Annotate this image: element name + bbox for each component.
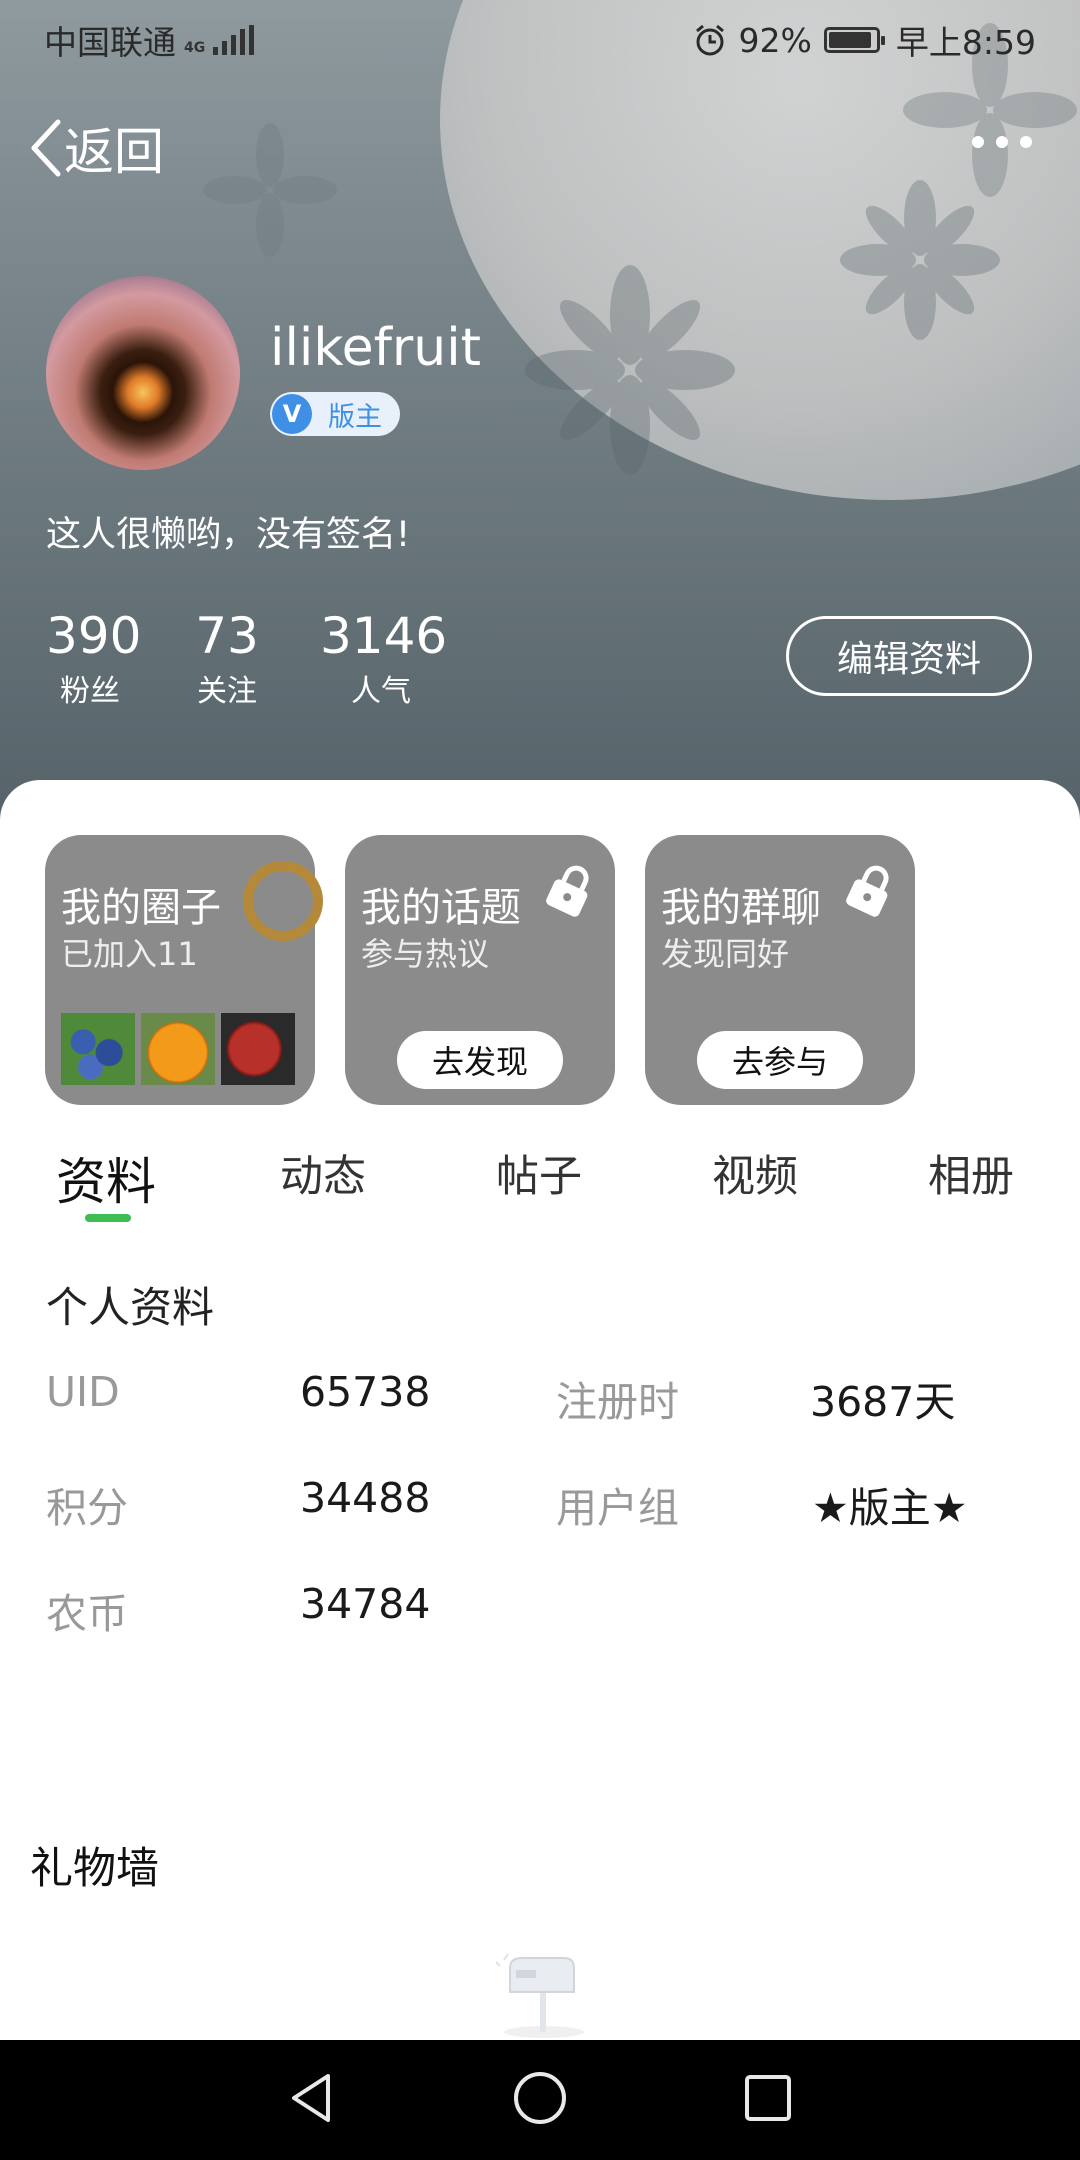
lock-icon xyxy=(546,865,589,917)
tab-videos[interactable]: 视频 xyxy=(712,1142,798,1204)
stat-value: 73 xyxy=(195,607,259,665)
carrier-name: 中国联通 xyxy=(44,23,176,62)
field-label-uid: UID xyxy=(46,1368,120,1416)
field-label-points: 积分 xyxy=(46,1484,128,1532)
card-title: 我的话题 xyxy=(361,885,521,931)
battery-icon xyxy=(823,27,885,53)
card-my-topics[interactable]: 我的话题 参与热议 去发现 xyxy=(345,835,615,1105)
card-my-circles[interactable]: 我的圈子 已加入11 xyxy=(45,835,323,1105)
stat-value: 3146 xyxy=(320,607,448,665)
tab-activity[interactable]: 动态 xyxy=(280,1142,366,1204)
tab-profile[interactable]: 资料 xyxy=(56,1142,156,1214)
mailbox-icon xyxy=(495,1953,584,2038)
tab-posts[interactable]: 帖子 xyxy=(496,1142,582,1204)
orange-thumbnail xyxy=(141,1013,215,1085)
stat-label: 人气 xyxy=(351,674,411,709)
dot-icon xyxy=(996,136,1008,148)
background-flower-pattern xyxy=(203,123,337,257)
card-subtitle: 发现同好 xyxy=(661,935,790,973)
active-tab-indicator xyxy=(85,1214,131,1222)
lock-icon xyxy=(846,865,889,917)
blueberry-thumbnail xyxy=(61,1013,135,1085)
field-value-uid: 65738 xyxy=(300,1368,431,1416)
section-title-personal-info: 个人资料 xyxy=(46,1283,215,1332)
field-label-coins: 农币 xyxy=(46,1590,128,1638)
join-button[interactable]: 去参与 xyxy=(697,1031,863,1089)
network-type: 4G xyxy=(184,40,206,56)
field-value-user-group: ★版主★ xyxy=(812,1484,968,1532)
field-label-registered: 注册时 xyxy=(556,1378,679,1426)
badge-label: 版主 xyxy=(328,401,382,433)
card-title: 我的圈子 xyxy=(61,885,221,931)
stat-label: 粉丝 xyxy=(60,674,120,709)
home-circle-icon[interactable] xyxy=(510,2068,570,2128)
stat-label: 关注 xyxy=(197,674,257,709)
back-label: 返回 xyxy=(64,123,164,181)
avatar[interactable] xyxy=(46,276,240,470)
back-triangle-icon[interactable] xyxy=(282,2068,342,2128)
stat-value: 390 xyxy=(46,607,142,665)
pomegranate-thumbnail xyxy=(221,1013,295,1085)
moderator-badge: V 版主 xyxy=(270,392,400,436)
card-my-groups[interactable]: 我的群聊 发现同好 去参与 xyxy=(645,835,915,1105)
gift-wall-title: 礼物墙 xyxy=(30,1844,159,1894)
stat-fans[interactable]: 390 粉丝 xyxy=(46,607,142,712)
verified-icon: V xyxy=(272,394,312,434)
dot-icon xyxy=(1020,136,1032,148)
card-subtitle: 参与热议 xyxy=(361,935,490,973)
tab-albums[interactable]: 相册 xyxy=(928,1142,1014,1204)
dot-icon xyxy=(972,136,984,148)
field-value-registered: 3687天 xyxy=(810,1378,956,1426)
circle-thumbnails xyxy=(61,1013,295,1085)
more-options-button[interactable] xyxy=(972,122,1032,162)
field-value-coins: 34784 xyxy=(300,1580,431,1628)
edit-profile-button[interactable]: 编辑资料 xyxy=(786,616,1032,696)
chevron-left-icon xyxy=(31,119,61,177)
card-subtitle: 已加入11 xyxy=(61,935,198,973)
background-flower-pattern xyxy=(525,265,735,475)
discover-button[interactable]: 去发现 xyxy=(397,1031,563,1089)
stat-popularity[interactable]: 3146 人气 xyxy=(320,607,448,712)
battery-percent: 92% xyxy=(738,20,812,60)
recent-apps-icon[interactable] xyxy=(738,2068,798,2128)
alarm-icon xyxy=(695,24,724,56)
network-indicator: 4G xyxy=(184,25,255,56)
back-button[interactable]: 返回 xyxy=(28,112,164,184)
field-value-points: 34488 xyxy=(300,1474,431,1522)
signal-icon xyxy=(213,25,255,55)
stat-following[interactable]: 73 关注 xyxy=(190,608,264,712)
background-flower-pattern xyxy=(840,180,1000,340)
status-bar: 中国联通 4G 92% 早上8:59 xyxy=(0,0,1080,72)
circle-icon xyxy=(243,861,323,941)
card-title: 我的群聊 xyxy=(661,885,821,931)
field-label-user-group: 用户组 xyxy=(556,1484,679,1532)
clock: 早上8:59 xyxy=(895,23,1036,62)
signature: 这人很懒哟，没有签名! xyxy=(46,515,411,555)
system-navigation-bar xyxy=(0,2040,1080,2160)
username: ilikefruit xyxy=(270,318,482,378)
